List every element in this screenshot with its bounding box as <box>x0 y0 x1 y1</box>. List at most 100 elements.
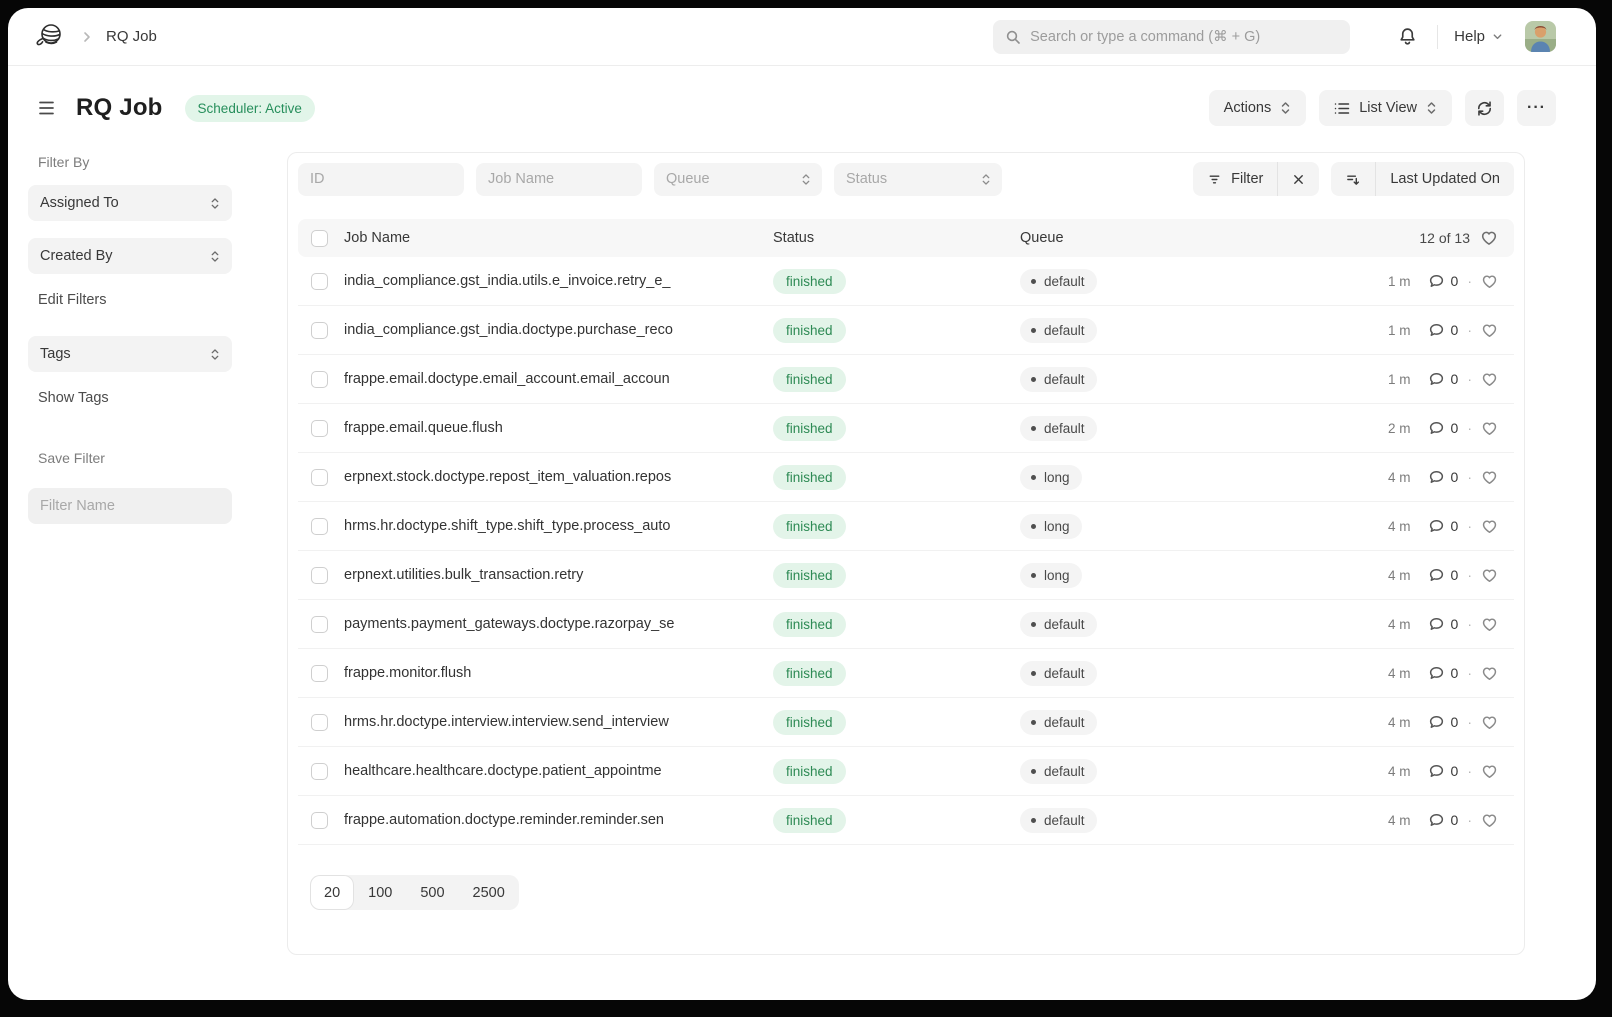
like-button[interactable] <box>1481 665 1498 682</box>
clear-filter-button[interactable] <box>1278 162 1319 196</box>
view-switcher-button[interactable]: List View <box>1319 90 1452 126</box>
global-search[interactable] <box>993 20 1350 54</box>
comments-indicator[interactable]: 0 <box>1428 420 1459 437</box>
job-name-filter-input[interactable] <box>476 163 642 196</box>
yarn-logo-icon[interactable] <box>30 21 66 53</box>
row-checkbox[interactable] <box>311 616 328 633</box>
search-icon <box>1005 29 1021 45</box>
job-name-cell[interactable]: frappe.automation.doctype.reminder.remin… <box>344 812 773 828</box>
like-button[interactable] <box>1481 273 1498 290</box>
dot-separator: · <box>1467 273 1472 289</box>
dot-separator: · <box>1467 812 1472 828</box>
like-button[interactable] <box>1481 322 1498 339</box>
table-row[interactable]: frappe.email.queue.flush finished defaul… <box>298 404 1514 453</box>
table-row[interactable]: india_compliance.gst_india.utils.e_invoi… <box>298 257 1514 306</box>
comments-indicator[interactable]: 0 <box>1428 469 1459 486</box>
filter-button[interactable]: Filter <box>1193 162 1277 196</box>
comments-indicator[interactable]: 0 <box>1428 763 1459 780</box>
queue-badge: default <box>1020 710 1097 735</box>
select-all-checkbox[interactable] <box>311 230 328 247</box>
table-row[interactable]: hrms.hr.doctype.interview.interview.send… <box>298 698 1514 747</box>
refresh-button[interactable] <box>1465 90 1504 126</box>
assigned-to-select[interactable]: Assigned To <box>28 185 232 221</box>
comments-indicator[interactable]: 0 <box>1428 518 1459 535</box>
row-checkbox[interactable] <box>311 567 328 584</box>
column-queue[interactable]: Queue <box>1020 230 1344 246</box>
comments-indicator[interactable]: 0 <box>1428 371 1459 388</box>
like-button[interactable] <box>1481 469 1498 486</box>
row-checkbox[interactable] <box>311 273 328 290</box>
comments-indicator[interactable]: 0 <box>1428 714 1459 731</box>
job-name-cell[interactable]: frappe.monitor.flush <box>344 665 773 681</box>
job-name-cell[interactable]: hrms.hr.doctype.interview.interview.send… <box>344 714 773 730</box>
page-size-500[interactable]: 500 <box>406 875 458 910</box>
created-by-select[interactable]: Created By <box>28 238 232 274</box>
filter-name-input[interactable] <box>28 488 232 524</box>
liked-filter-button[interactable] <box>1480 229 1498 247</box>
comments-indicator[interactable]: 0 <box>1428 567 1459 584</box>
like-button[interactable] <box>1481 371 1498 388</box>
job-name-cell[interactable]: india_compliance.gst_india.utils.e_invoi… <box>344 273 773 289</box>
like-button[interactable] <box>1481 420 1498 437</box>
row-checkbox[interactable] <box>311 812 328 829</box>
table-row[interactable]: erpnext.stock.doctype.repost_item_valuat… <box>298 453 1514 502</box>
edit-filters-link[interactable]: Edit Filters <box>38 292 107 308</box>
more-options-button[interactable]: ··· <box>1517 90 1556 126</box>
table-row[interactable]: hrms.hr.doctype.shift_type.shift_type.pr… <box>298 502 1514 551</box>
table-row[interactable]: frappe.email.doctype.email_account.email… <box>298 355 1514 404</box>
table-row[interactable]: payments.payment_gateways.doctype.razorp… <box>298 600 1514 649</box>
job-name-cell[interactable]: frappe.email.doctype.email_account.email… <box>344 371 773 387</box>
column-status[interactable]: Status <box>773 230 1020 246</box>
comments-indicator[interactable]: 0 <box>1428 812 1459 829</box>
column-job-name[interactable]: Job Name <box>344 230 773 246</box>
like-button[interactable] <box>1481 567 1498 584</box>
comments-indicator[interactable]: 0 <box>1428 322 1459 339</box>
tags-select[interactable]: Tags <box>28 336 232 372</box>
row-checkbox[interactable] <box>311 665 328 682</box>
id-filter-input[interactable] <box>298 163 464 196</box>
comments-indicator[interactable]: 0 <box>1428 273 1459 290</box>
row-checkbox[interactable] <box>311 763 328 780</box>
page-size-20[interactable]: 20 <box>310 875 354 910</box>
job-name-cell[interactable]: frappe.email.queue.flush <box>344 420 773 436</box>
row-checkbox[interactable] <box>311 371 328 388</box>
row-checkbox[interactable] <box>311 714 328 731</box>
row-checkbox[interactable] <box>311 322 328 339</box>
job-name-cell[interactable]: healthcare.healthcare.doctype.patient_ap… <box>344 763 773 779</box>
job-name-cell[interactable]: hrms.hr.doctype.shift_type.shift_type.pr… <box>344 518 773 534</box>
like-button[interactable] <box>1481 616 1498 633</box>
show-tags-link[interactable]: Show Tags <box>38 390 109 406</box>
table-row[interactable]: healthcare.healthcare.doctype.patient_ap… <box>298 747 1514 796</box>
row-checkbox[interactable] <box>311 420 328 437</box>
row-checkbox[interactable] <box>311 469 328 486</box>
page-size-100[interactable]: 100 <box>354 875 406 910</box>
job-name-cell[interactable]: erpnext.stock.doctype.repost_item_valuat… <box>344 469 773 485</box>
page-size-2500[interactable]: 2500 <box>459 875 519 910</box>
like-button[interactable] <box>1481 714 1498 731</box>
job-name-cell[interactable]: erpnext.utilities.bulk_transaction.retry <box>344 567 773 583</box>
sidebar-toggle-button[interactable] <box>36 97 62 119</box>
job-name-cell[interactable]: payments.payment_gateways.doctype.razorp… <box>344 616 773 632</box>
table-row[interactable]: erpnext.utilities.bulk_transaction.retry… <box>298 551 1514 600</box>
comments-indicator[interactable]: 0 <box>1428 616 1459 633</box>
queue-filter-select[interactable]: Queue <box>654 163 822 196</box>
table-row[interactable]: frappe.automation.doctype.reminder.remin… <box>298 796 1514 845</box>
help-menu[interactable]: Help <box>1454 28 1503 45</box>
job-name-cell[interactable]: india_compliance.gst_india.doctype.purch… <box>344 322 773 338</box>
like-button[interactable] <box>1481 518 1498 535</box>
table-row[interactable]: frappe.monitor.flush finished default <box>298 649 1514 698</box>
row-checkbox[interactable] <box>311 518 328 535</box>
table-header: Job Name Status Queue 12 of 13 <box>298 219 1514 257</box>
status-filter-select[interactable]: Status <box>834 163 1002 196</box>
notifications-button[interactable] <box>1394 23 1421 50</box>
comments-indicator[interactable]: 0 <box>1428 665 1459 682</box>
table-row[interactable]: india_compliance.gst_india.doctype.purch… <box>298 306 1514 355</box>
user-avatar[interactable] <box>1525 21 1556 52</box>
search-input[interactable] <box>1030 29 1338 45</box>
sort-direction-button[interactable] <box>1331 162 1375 196</box>
breadcrumb[interactable]: RQ Job <box>106 28 157 45</box>
sort-field-button[interactable]: Last Updated On <box>1376 162 1514 196</box>
like-button[interactable] <box>1481 763 1498 780</box>
actions-button[interactable]: Actions <box>1209 90 1307 126</box>
like-button[interactable] <box>1481 812 1498 829</box>
